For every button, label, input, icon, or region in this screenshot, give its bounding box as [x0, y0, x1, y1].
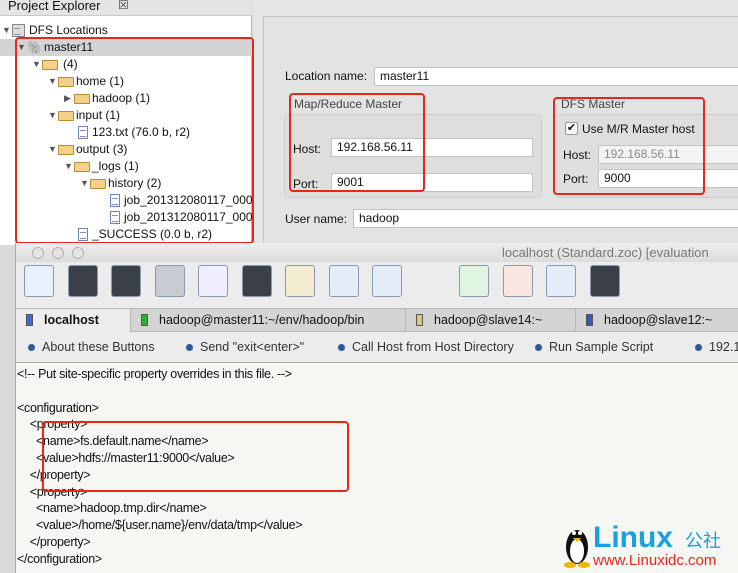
code-line: <value>/home/${user.name}/env/data/tmp</…: [17, 518, 303, 533]
user-name-label: User name:: [285, 212, 348, 226]
disconnect-icon[interactable]: [198, 265, 228, 297]
stop-icon[interactable]: [502, 265, 533, 297]
expand-arrow-icon[interactable]: ▼: [2, 22, 11, 39]
send-file-icon[interactable]: [328, 265, 359, 297]
address-book-icon[interactable]: [24, 265, 54, 297]
server-icon: [12, 24, 25, 37]
linuxidc-watermark-logo: Linux 公社 www.Linuxidc.com: [564, 521, 721, 569]
session-icon: [586, 314, 593, 326]
explorer-title: Project Explorer: [8, 0, 101, 13]
session-tabs: localhost hadoop@master11:~/env/hadoop/b…: [16, 308, 738, 332]
terminal-settings-icon[interactable]: [589, 265, 620, 297]
about-buttons-button[interactable]: About these Buttons: [28, 340, 155, 354]
svg-text:公社: 公社: [685, 531, 721, 552]
explorer-tab[interactable]: Project Explorer ☒: [0, 0, 252, 16]
send-exit-button[interactable]: Send "exit<enter>": [186, 340, 304, 354]
run-icon[interactable]: [459, 265, 489, 297]
user-name-input[interactable]: hadoop: [353, 209, 738, 228]
window-title: localhost (Standard.zoc) [evaluation: [502, 245, 709, 260]
svg-text:www.Linuxidc.com: www.Linuxidc.com: [592, 552, 716, 569]
close-window-button[interactable]: [32, 247, 44, 259]
tab-master11[interactable]: hadoop@master11:~/env/hadoop/bin: [131, 309, 406, 332]
code-line: <!-- Put site-specific property override…: [17, 367, 292, 381]
session-icon: [26, 314, 33, 326]
button-bar: About these Buttons Send "exit<enter>" C…: [16, 335, 738, 361]
highlight-box: [553, 97, 705, 195]
location-name-input[interactable]: master11: [374, 67, 738, 86]
color-settings-icon[interactable]: [677, 265, 707, 297]
translate-icon[interactable]: [416, 265, 446, 297]
log-icon[interactable]: [241, 265, 272, 297]
tab-localhost[interactable]: localhost: [16, 309, 131, 332]
close-icon[interactable]: ☒: [118, 0, 129, 12]
paste-icon[interactable]: [285, 265, 315, 297]
session-icon: [416, 314, 423, 326]
host-button[interactable]: 192.1: [695, 340, 738, 354]
session-icon: [141, 314, 148, 326]
highlight-box: [42, 421, 349, 492]
terminal-window: localhost (Standard.zoc) [evaluation loc…: [15, 243, 738, 573]
close-session-icon[interactable]: [111, 265, 141, 297]
tab-label: hadoop@slave14:~: [434, 313, 543, 327]
tab-label: hadoop@slave12:~: [604, 313, 713, 327]
location-name-label: Location name:: [285, 69, 368, 83]
code-line: </configuration>: [17, 551, 102, 566]
tab-slave12[interactable]: hadoop@slave12:~: [576, 309, 738, 332]
code-line: <name>hadoop.tmp.dir</name>: [17, 501, 207, 516]
title-bar: localhost (Standard.zoc) [evaluation: [16, 243, 738, 262]
svg-text:Linux: Linux: [593, 521, 673, 554]
zoom-window-button[interactable]: [72, 247, 84, 259]
font-settings-icon[interactable]: [633, 265, 663, 297]
edit-icon[interactable]: [546, 265, 576, 297]
tab-label: hadoop@master11:~/env/hadoop/bin: [159, 313, 365, 327]
new-session-icon[interactable]: [67, 265, 98, 297]
code-line: </property>: [17, 535, 91, 549]
tab-slave14[interactable]: hadoop@slave14:~: [406, 309, 576, 332]
tab-label: localhost: [44, 313, 99, 327]
minimize-window-button[interactable]: [52, 247, 64, 259]
receive-file-icon[interactable]: [372, 265, 402, 297]
prev-window-icon[interactable]: [154, 265, 185, 297]
highlight-box: [15, 37, 254, 244]
code-line: <configuration>: [17, 400, 99, 415]
run-sample-script-button[interactable]: Run Sample Script: [535, 340, 653, 354]
highlight-box: [289, 93, 425, 192]
call-host-button[interactable]: Call Host from Host Directory: [338, 340, 514, 354]
